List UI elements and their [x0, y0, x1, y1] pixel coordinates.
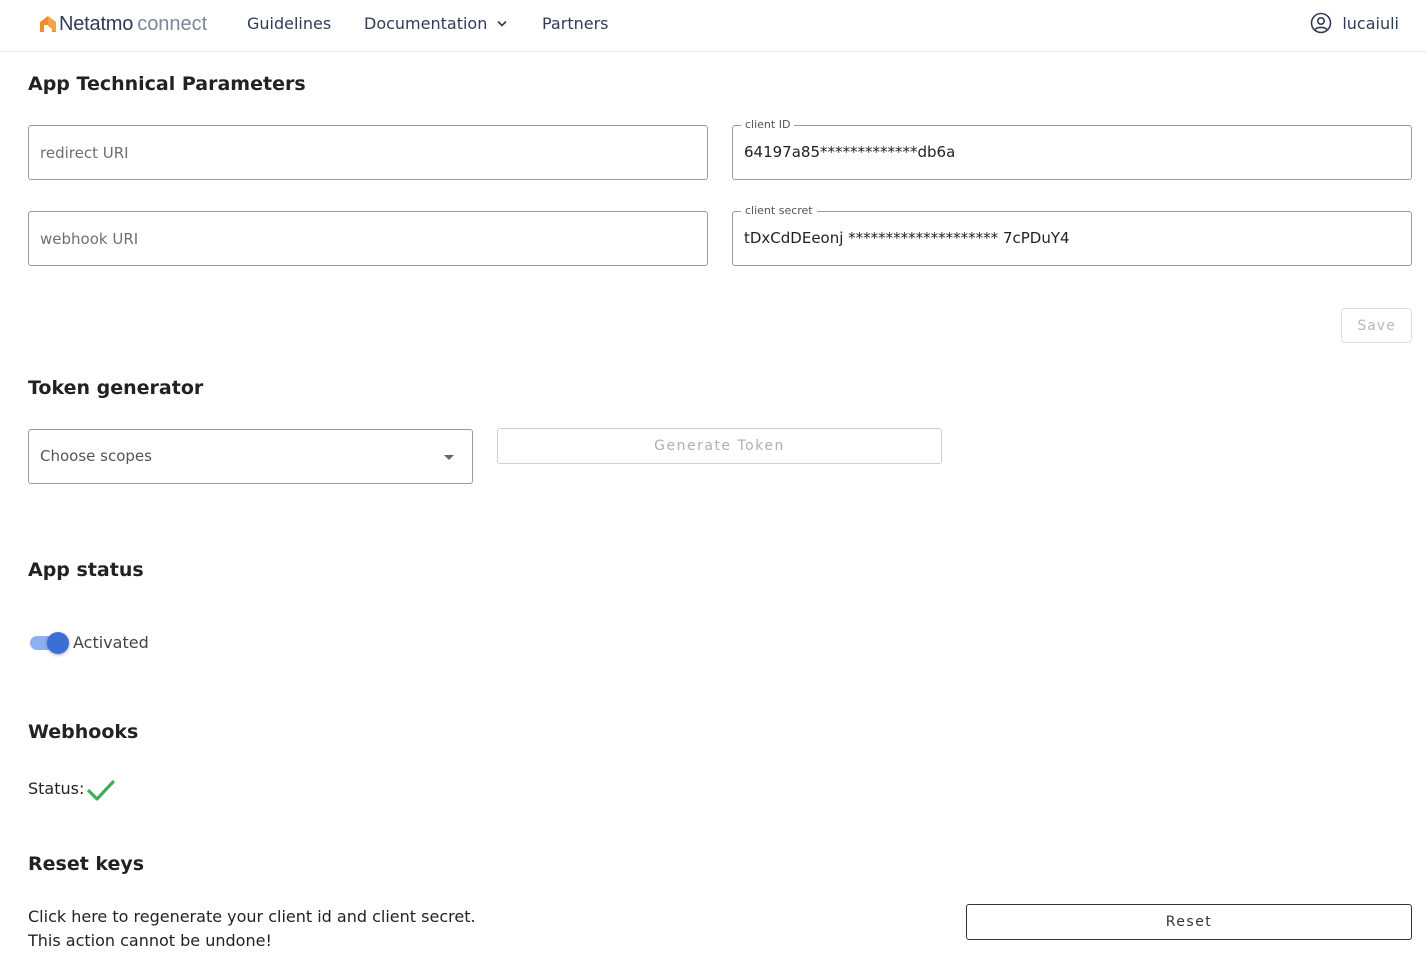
user-menu[interactable]: lucaiuli	[1310, 12, 1399, 34]
username: lucaiuli	[1342, 13, 1399, 33]
user-circle-icon	[1311, 12, 1332, 34]
redirect-uri-input[interactable]	[29, 126, 707, 179]
webhook-uri-field[interactable]	[28, 211, 708, 266]
client-secret-field[interactable]: client secret tDxCdDEeonj **************…	[732, 204, 1412, 266]
reset-button[interactable]: Reset	[966, 904, 1412, 940]
reset-description-line2: This action cannot be undone!	[28, 931, 272, 950]
top-navigation-bar: Netatmo connect Guidelines Documentation…	[0, 0, 1426, 52]
nav-guidelines[interactable]: Guidelines	[247, 14, 331, 33]
logo-text-sub: connect	[137, 12, 208, 35]
toggle-thumb	[47, 632, 69, 654]
token-generator-title: Token generator	[28, 377, 204, 399]
logo-text-main: Netatmo	[59, 12, 134, 35]
client-secret-value: tDxCdDEeonj ******************** 7cPDuY4	[744, 229, 1070, 247]
tech-params-title: App Technical Parameters	[28, 73, 306, 95]
generate-token-button[interactable]: Generate Token	[497, 428, 942, 464]
caret-down-icon	[444, 455, 454, 460]
reset-keys-title: Reset keys	[28, 853, 145, 875]
reset-description-line1: Click here to regenerate your client id …	[28, 907, 476, 926]
check-icon	[87, 780, 115, 801]
nav-documentation-label: Documentation	[364, 14, 488, 33]
client-id-value: 64197a85*************db6a	[744, 143, 956, 161]
client-id-label: client ID	[741, 118, 795, 131]
webhook-uri-input[interactable]	[29, 212, 707, 265]
redirect-uri-field[interactable]	[28, 125, 708, 180]
client-secret-label: client secret	[741, 204, 817, 217]
chevron-down-icon	[498, 20, 507, 27]
netatmo-connect-logo[interactable]: Netatmo connect	[39, 12, 207, 36]
app-status-title: App status	[28, 559, 144, 581]
save-button[interactable]: Save	[1341, 308, 1412, 343]
webhooks-title: Webhooks	[28, 721, 139, 743]
netatmo-house-icon	[40, 16, 56, 32]
webhooks-status-label: Status:	[28, 779, 85, 798]
app-status-toggle[interactable]	[29, 632, 69, 654]
nav-partners[interactable]: Partners	[542, 14, 608, 33]
scopes-select[interactable]: Choose scopes	[28, 429, 473, 484]
client-id-field[interactable]: client ID 64197a85*************db6a	[732, 118, 1412, 180]
app-status-toggle-label: Activated	[73, 633, 149, 652]
scopes-placeholder: Choose scopes	[40, 447, 152, 465]
nav-documentation[interactable]: Documentation	[364, 14, 507, 33]
